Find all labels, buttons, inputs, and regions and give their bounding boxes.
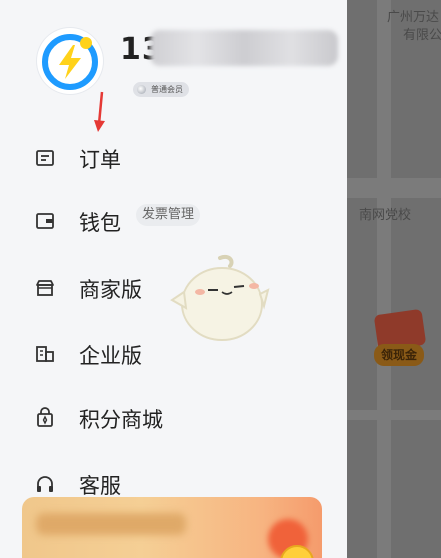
member-level-badge[interactable]: 普通会员	[133, 82, 189, 97]
side-drawer: 13 普通会员 订单 钱包 发票管理 商家版 企业版 积分商城 客服	[0, 0, 347, 558]
promo-banner[interactable]	[22, 497, 322, 558]
claim-cash-button[interactable]: 领现金	[374, 344, 424, 366]
red-arrow-annotation	[94, 91, 105, 132]
promo-text-masked	[36, 513, 186, 535]
menu-item-orders[interactable]: 订单	[33, 138, 323, 178]
headset-icon	[37, 476, 53, 492]
menu-label: 钱包	[79, 211, 121, 235]
menu-label: 积分商城	[79, 408, 163, 432]
wallet-icon	[36, 213, 54, 229]
map-label: 广州万达	[387, 10, 440, 25]
menu-label: 商家版	[79, 278, 142, 302]
map-road	[377, 0, 391, 558]
invoice-management-tag[interactable]: 发票管理	[136, 204, 201, 226]
map-background: 广州万达 有限公司 南网党校	[347, 0, 441, 558]
order-list-icon	[36, 150, 54, 166]
member-level-label: 普通会员	[151, 85, 183, 94]
map-label: 南网党校	[359, 208, 412, 223]
menu-label: 企业版	[79, 344, 142, 368]
map-label: 有限公司	[403, 28, 441, 43]
storefront-icon	[36, 280, 54, 296]
building-icon	[36, 346, 54, 362]
cash-reward-widget[interactable]: 领现金	[370, 308, 432, 368]
points-mall-icon	[37, 407, 53, 427]
map-road	[347, 178, 441, 198]
menu-label: 订单	[79, 148, 121, 172]
map-road	[347, 410, 441, 420]
menu-item-points-mall[interactable]: 积分商城	[33, 398, 323, 438]
avatar[interactable]	[37, 28, 103, 94]
menu-label: 客服	[79, 474, 121, 498]
lightning-logo-icon	[40, 31, 100, 91]
member-medal-icon	[137, 85, 146, 94]
username-masked	[150, 30, 338, 66]
mascot-chick-icon[interactable]	[170, 252, 270, 344]
